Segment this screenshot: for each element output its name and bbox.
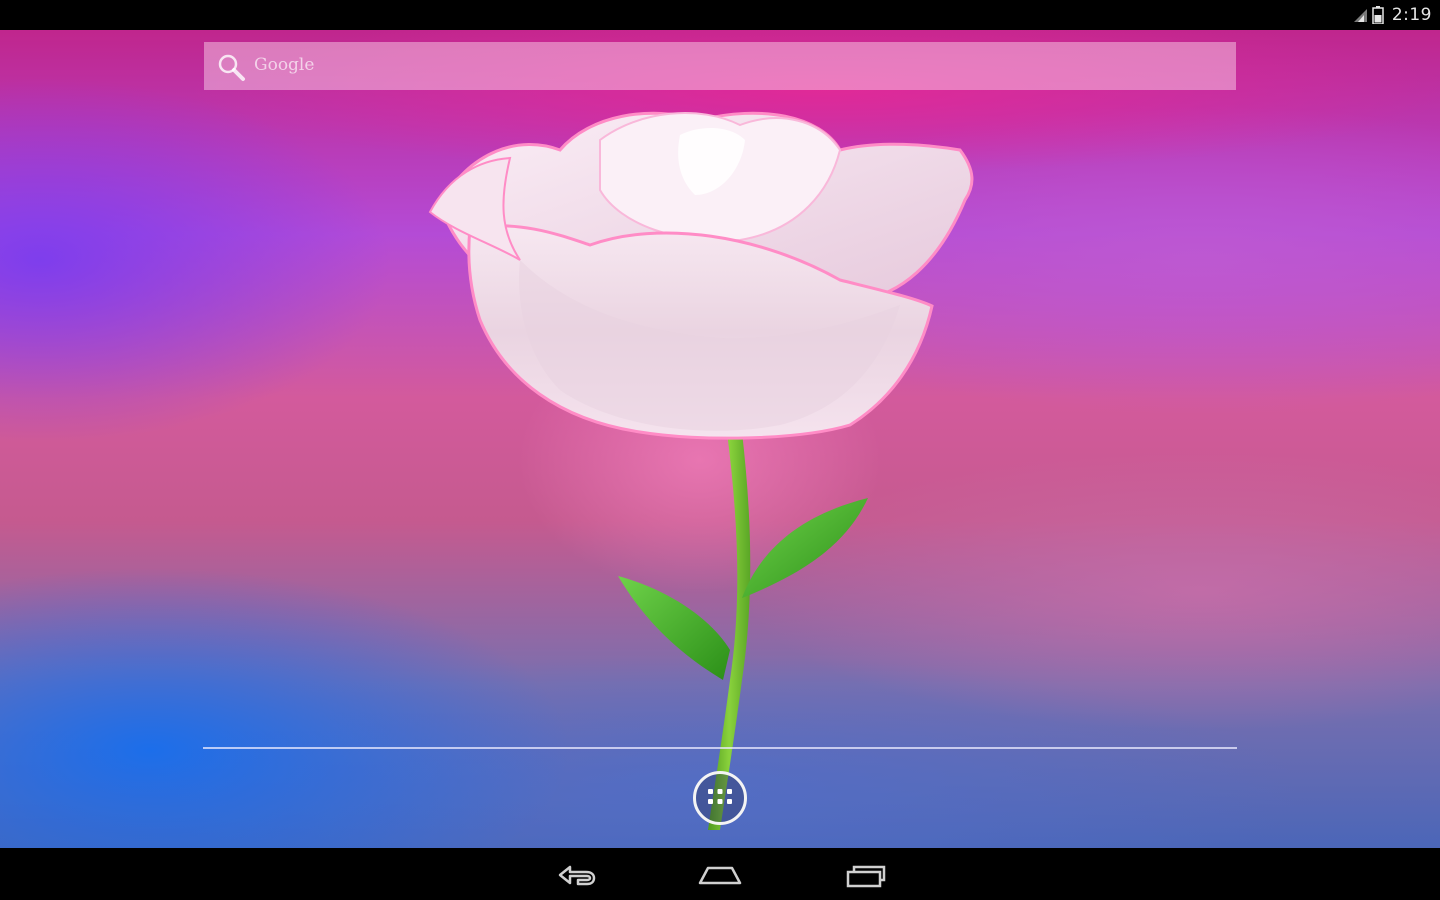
battery-icon	[1372, 6, 1384, 24]
search-label: Google	[254, 55, 315, 75]
recents-icon	[846, 865, 886, 888]
all-apps-icon	[708, 789, 732, 804]
status-icons: 2:19	[1352, 3, 1432, 27]
signal-icon	[1353, 9, 1367, 22]
google-search-bar[interactable]: Google	[204, 42, 1236, 90]
search-icon	[218, 54, 245, 81]
home-icon	[698, 866, 742, 885]
status-bar: 2:19	[0, 0, 1440, 30]
all-apps-button[interactable]	[693, 771, 747, 825]
recents-button[interactable]	[838, 858, 894, 892]
home-button[interactable]	[692, 858, 748, 892]
back-icon	[558, 865, 596, 886]
status-time: 2:19	[1391, 5, 1432, 25]
back-button[interactable]	[548, 858, 604, 892]
navigation-bar	[0, 848, 1440, 900]
wallpaper-background	[0, 30, 1440, 848]
home-screen: 2:19 Google	[0, 0, 1440, 900]
dock-divider	[203, 747, 1237, 749]
